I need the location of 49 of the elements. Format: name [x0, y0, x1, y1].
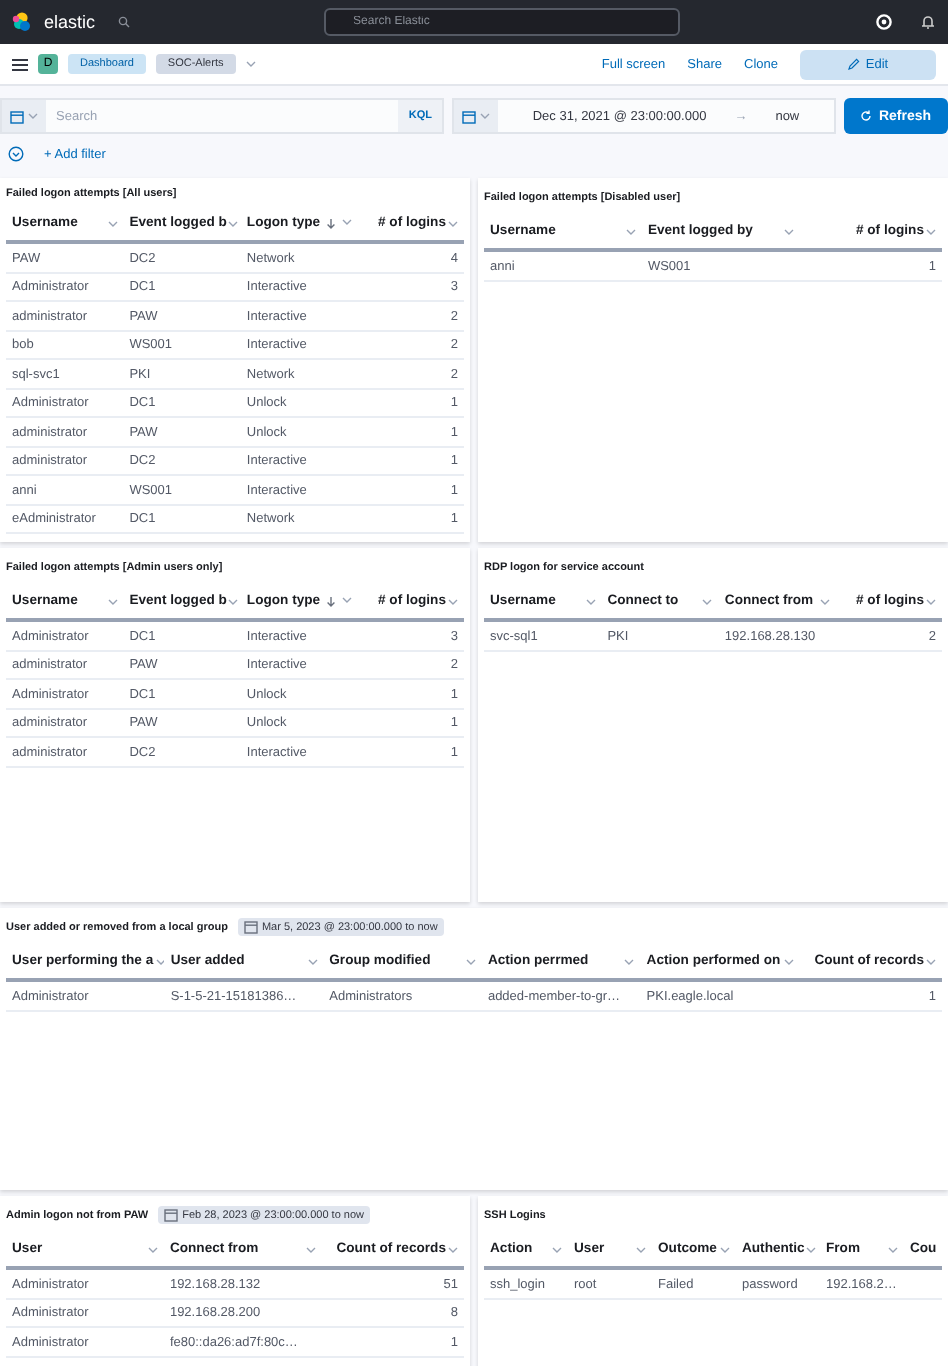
chevron-down-icon: [147, 1245, 158, 1253]
chevron-down-icon: [702, 597, 713, 605]
chevron-down-icon: [820, 597, 831, 605]
chevron-down-icon: [925, 227, 936, 235]
logo-text: elastic: [44, 12, 96, 32]
chevron-down-icon: [783, 227, 794, 235]
calendar-icon: [462, 109, 476, 123]
chevron-down-icon: [107, 219, 118, 227]
chevron-down-icon: [447, 1245, 458, 1253]
chevron-down-icon: [342, 595, 353, 603]
chevron-down-icon: [307, 957, 318, 965]
help-icon[interactable]: [876, 14, 892, 30]
chevron-down-icon: [624, 957, 635, 965]
arrow-down-icon: [326, 595, 337, 607]
date-quick-menu[interactable]: [454, 100, 498, 132]
chevron-down-icon: [888, 1245, 898, 1253]
chevron-down-icon: [245, 60, 256, 68]
calendar-icon: [164, 1208, 179, 1222]
search-icon: [117, 16, 130, 28]
chevron-down-icon: [448, 597, 458, 605]
chevron-down-icon: [305, 1245, 316, 1253]
chevron-down-icon: [926, 597, 936, 605]
chevron-down-icon: [552, 1245, 562, 1253]
chevron-down-icon: [585, 597, 596, 605]
chevron-down-icon: [228, 219, 239, 227]
bell-icon[interactable]: [920, 14, 936, 30]
chevron-down-icon: [228, 597, 239, 605]
filter-menu-icon[interactable]: [8, 146, 24, 162]
pencil-icon: [847, 58, 860, 70]
menu-icon[interactable]: [12, 57, 28, 71]
chevron-down-icon: [783, 957, 794, 965]
chevron-down-icon: [465, 957, 476, 965]
arrow-down-icon: [326, 217, 337, 229]
chevron-down-icon: [480, 112, 490, 120]
chevron-down-icon: [636, 1245, 646, 1253]
chevron-down-icon: [925, 957, 936, 965]
saved-query-menu[interactable]: [2, 100, 46, 132]
calendar-icon: [243, 920, 258, 934]
chevron-down-icon: [625, 227, 636, 235]
chevron-down-icon: [155, 957, 165, 965]
chevron-down-icon: [448, 219, 458, 227]
refresh-icon: [860, 110, 873, 122]
chevron-down-icon: [806, 1245, 817, 1253]
logo-icon: [12, 12, 32, 32]
calendar-icon: [10, 109, 24, 123]
chevron-down-icon: [107, 597, 118, 605]
chevron-down-icon: [28, 112, 38, 120]
chevron-down-icon: [720, 1245, 730, 1253]
chevron-down-icon: [342, 217, 353, 225]
